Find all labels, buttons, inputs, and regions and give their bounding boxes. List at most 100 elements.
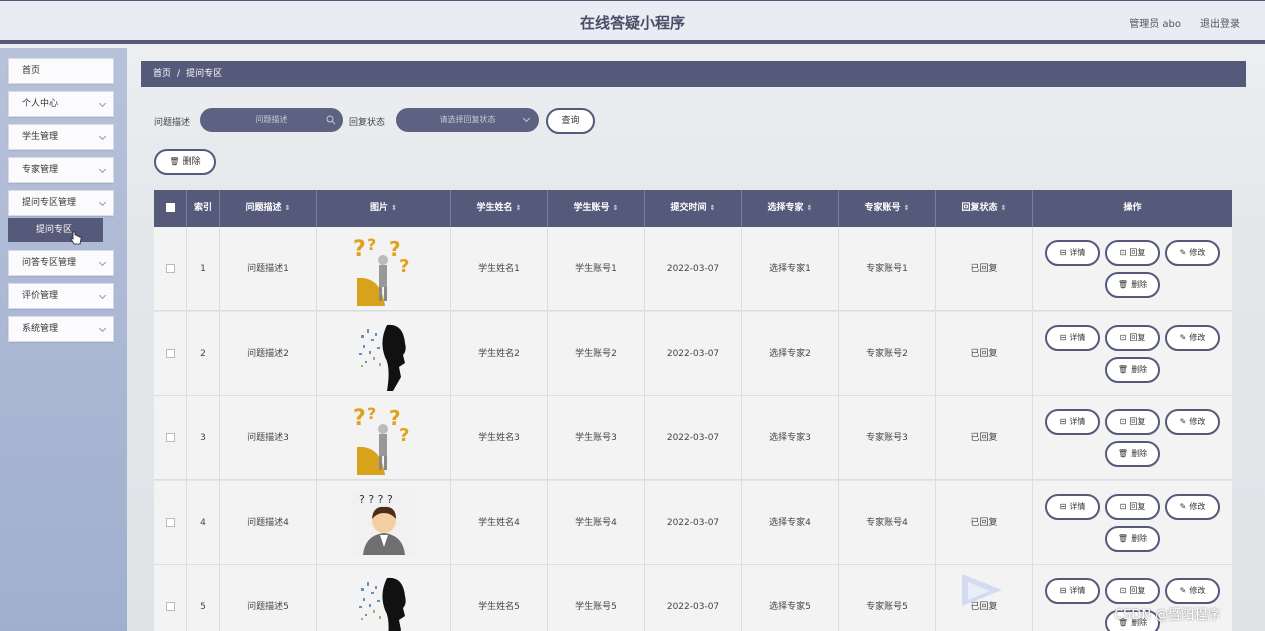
col-image[interactable]: 图片 ⇕ [317, 190, 451, 227]
svg-text:?: ? [367, 404, 376, 423]
row-checkbox[interactable] [154, 396, 187, 480]
cell-student-account: 学生账号1 [548, 227, 645, 311]
col-status[interactable]: 回复状态 ⇕ [936, 190, 1033, 227]
edit-icon: ✎ [1179, 332, 1187, 342]
detail-button[interactable]: ⊟ 详情 [1045, 578, 1100, 604]
cell-image: ???? [317, 396, 451, 480]
col-submit-time[interactable]: 提交时间 ⇕ [645, 190, 742, 227]
question-image: ???? [351, 232, 417, 306]
sidebar-item-home[interactable]: 首页 [8, 58, 114, 84]
cell-student-account: 学生账号2 [548, 311, 645, 396]
chevron-down-icon [98, 99, 107, 108]
cell-expert-account: 专家账号1 [839, 227, 936, 311]
row-checkbox[interactable] [154, 227, 187, 311]
detail-icon: ⊟ [1059, 501, 1067, 511]
cell-desc: 问题描述4 [220, 480, 317, 565]
watermark: CSDN @暨阳程序 [1114, 608, 1221, 623]
delete-button[interactable]: 🗑 删除 [1105, 356, 1160, 383]
edit-button[interactable]: ✎ 修改 [1165, 240, 1220, 266]
sidebar-subitem-question-area[interactable]: 提问专区 [8, 218, 103, 242]
cell-index: 1 [187, 227, 220, 311]
select-all-checkbox[interactable] [154, 190, 187, 227]
col-student-name[interactable]: 学生姓名 ⇕ [451, 190, 548, 227]
cell-expert-account: 专家账号3 [839, 396, 936, 480]
sort-icon: ⇕ [284, 204, 291, 212]
sidebar: 首页 个人中心 学生管理 专家管理 提问专区管理 问答专区管理 评价管理 系统管… [0, 48, 127, 631]
hand-cursor-icon [70, 231, 82, 245]
cell-desc: 问题描述5 [220, 565, 317, 631]
delete-icon: 🗑 [1117, 449, 1129, 458]
cell-image [317, 565, 451, 631]
reply-status-select[interactable]: 请选择回复状态 [396, 108, 539, 132]
chevron-down-icon [98, 165, 107, 174]
sort-icon: ⇕ [903, 204, 910, 212]
reply-button[interactable]: ⊡ 回复 [1105, 324, 1160, 351]
cell-desc: 问题描述1 [220, 227, 317, 311]
edit-button[interactable]: ✎ 修改 [1165, 493, 1220, 520]
svg-text:? ? ? ?: ? ? ? ? [359, 493, 393, 506]
cell-student-name: 学生姓名5 [451, 565, 548, 631]
delete-icon: 🗑 [1117, 533, 1129, 543]
cell-student-name: 学生姓名4 [451, 480, 548, 565]
col-expert-account[interactable]: 专家账号 ⇕ [839, 190, 936, 227]
edit-button[interactable]: ✎ 修改 [1165, 409, 1220, 435]
delete-button[interactable]: 🗑 删除 [1105, 272, 1160, 298]
sidebar-item-question-area-management[interactable]: 提问专区管理 [8, 190, 114, 216]
col-student-account[interactable]: 学生账号 ⇕ [548, 190, 645, 227]
row-checkbox[interactable] [154, 565, 187, 631]
edit-button[interactable]: ✎ 修改 [1165, 324, 1220, 351]
svg-text:?: ? [353, 237, 366, 262]
sidebar-item-expert-management[interactable]: 专家管理 [8, 157, 114, 183]
reply-icon: ⊡ [1119, 248, 1127, 257]
detail-button[interactable]: ⊟ 详情 [1045, 324, 1100, 351]
reply-button[interactable]: ⊡ 回复 [1105, 493, 1160, 520]
row-checkbox[interactable] [154, 480, 187, 565]
reply-icon: ⊡ [1119, 417, 1127, 426]
cell-submit-time: 2022-03-07 [645, 480, 742, 565]
cell-desc: 问题描述2 [220, 311, 317, 396]
cell-actions: ⊟ 详情 ⊡ 回复 ✎ 修改 🗑 删除 [1033, 312, 1232, 396]
edit-button[interactable]: ✎ 修改 [1165, 578, 1220, 604]
cell-actions: ⊟ 详情 ⊡ 回复 ✎ 修改 🗑 删除 [1033, 481, 1232, 565]
sidebar-item-student-management[interactable]: 学生管理 [8, 124, 114, 150]
svg-text:?: ? [353, 406, 366, 431]
detail-button[interactable]: ⊟ 详情 [1045, 409, 1100, 435]
col-desc[interactable]: 问题描述 ⇕ [220, 190, 317, 227]
cell-index: 2 [187, 311, 220, 396]
table-row: 4 问题描述4 学生姓名4 学生账号4 2022-03-07 选择专家4 专家账号4 已回复?… [154, 480, 1232, 565]
logout-link[interactable]: 退出登录 [1200, 15, 1240, 30]
col-expert[interactable]: 选择专家 ⇕ [742, 190, 839, 227]
row-checkbox[interactable] [154, 311, 187, 396]
detail-button[interactable]: ⊟ 详情 [1045, 493, 1100, 520]
delete-button[interactable]: 🗑 删除 [1105, 441, 1160, 467]
svg-text:?: ? [399, 425, 409, 446]
sidebar-item-evaluation-management[interactable]: 评价管理 [8, 283, 114, 309]
query-button[interactable]: 查询 [546, 108, 595, 134]
cell-image [317, 311, 451, 396]
reply-button[interactable]: ⊡ 回复 [1105, 240, 1160, 266]
sidebar-item-system-management[interactable]: 系统管理 [8, 316, 114, 342]
sidebar-item-personal-center[interactable]: 个人中心 [8, 91, 114, 117]
cell-expert-account: 专家账号4 [839, 480, 936, 565]
detail-button[interactable]: ⊟ 详情 [1045, 240, 1100, 266]
cell-index: 5 [187, 565, 220, 631]
reply-button[interactable]: ⊡ 回复 [1105, 409, 1160, 435]
cell-student-name: 学生姓名3 [451, 396, 548, 480]
cell-image: ???? [317, 227, 451, 311]
watermark-logo-icon [962, 574, 1002, 606]
sidebar-item-qa-area-management[interactable]: 问答专区管理 [8, 250, 114, 276]
cell-expert: 选择专家4 [742, 480, 839, 565]
edit-icon: ✎ [1179, 417, 1187, 426]
batch-delete-button[interactable]: 🗑 删除 [154, 149, 216, 175]
table-row: 3 问题描述3 学生姓名3 学生账号3 2022-03-07 选择专家3 专家账号3 已回复?… [154, 396, 1232, 480]
question-desc-input[interactable]: 问题描述 [200, 108, 343, 132]
cell-expert: 选择专家3 [742, 396, 839, 480]
chevron-down-icon [98, 132, 107, 141]
cell-student-account: 学生账号4 [548, 480, 645, 565]
breadcrumb-home[interactable]: 首页 [153, 69, 171, 79]
breadcrumb-separator: / [177, 69, 181, 79]
delete-button[interactable]: 🗑 删除 [1105, 525, 1160, 552]
cell-status: 已回复 [936, 396, 1033, 480]
reply-button[interactable]: ⊡ 回复 [1105, 578, 1160, 604]
cell-desc: 问题描述3 [220, 396, 317, 480]
